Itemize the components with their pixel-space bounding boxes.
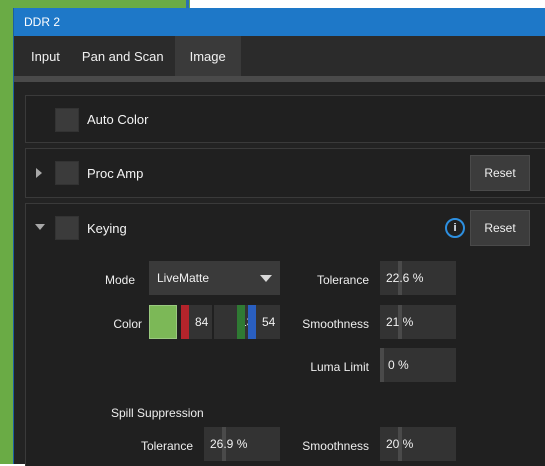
ddr-window: DDR 2 Input Pan and Scan Image Auto Colo… bbox=[13, 8, 545, 466]
mode-label: Mode bbox=[104, 273, 135, 287]
luma-limit-value: 0 % bbox=[388, 358, 409, 372]
window-title: DDR 2 bbox=[24, 15, 61, 29]
background-window-edge bbox=[186, 0, 189, 8]
auto-color-label: Auto Color bbox=[87, 112, 149, 127]
red-channel-bar bbox=[181, 305, 189, 339]
tab-underline bbox=[14, 76, 545, 82]
keying-label: Keying bbox=[87, 221, 127, 236]
auto-color-panel: Auto Color bbox=[25, 95, 545, 143]
collapse-caret-icon[interactable] bbox=[35, 224, 45, 230]
spill-smoothness-value: 20 % bbox=[386, 437, 414, 451]
spill-smoothness-field[interactable]: 20 % bbox=[380, 427, 456, 461]
info-glyph: i bbox=[453, 222, 457, 234]
keying-checkbox[interactable] bbox=[55, 216, 79, 240]
smoothness-label: Smoothness bbox=[302, 317, 369, 331]
spill-tolerance-value: 26.9 % bbox=[210, 437, 248, 451]
spill-suppression-heading: Spill Suppression bbox=[111, 406, 204, 420]
blue-channel-field[interactable]: 54 bbox=[248, 305, 280, 339]
proc-amp-panel: Proc Amp Reset bbox=[25, 148, 545, 198]
color-label: Color bbox=[113, 317, 142, 331]
tolerance-field[interactable]: 22.6 % bbox=[380, 261, 456, 295]
tab-image-label: Image bbox=[189, 48, 226, 64]
title-bar[interactable]: DDR 2 bbox=[14, 8, 545, 36]
tab-pan-and-scan[interactable]: Pan and Scan bbox=[71, 36, 175, 76]
mode-value: LiveMatte bbox=[157, 271, 210, 285]
red-channel-field[interactable]: 84 bbox=[181, 305, 212, 339]
mode-select[interactable]: LiveMatte bbox=[149, 261, 280, 295]
proc-amp-label: Proc Amp bbox=[87, 166, 144, 181]
spill-tolerance-field[interactable]: 26.9 % bbox=[204, 427, 280, 461]
auto-color-checkbox[interactable] bbox=[55, 108, 79, 132]
keying-panel: Keying i Reset Mode LiveMatte Tolerance … bbox=[25, 203, 545, 466]
spill-smoothness-label: Smoothness bbox=[302, 439, 369, 453]
tolerance-value: 22.6 % bbox=[386, 271, 424, 285]
expand-caret-icon[interactable] bbox=[36, 168, 42, 178]
proc-amp-reset-button[interactable]: Reset bbox=[470, 155, 530, 191]
luma-limit-label: Luma Limit bbox=[310, 360, 369, 374]
slider-thumb[interactable] bbox=[380, 348, 384, 382]
tab-input[interactable]: Input bbox=[20, 36, 71, 76]
info-icon[interactable]: i bbox=[445, 218, 465, 238]
tab-pan-and-scan-label: Pan and Scan bbox=[81, 48, 164, 64]
spill-tolerance-label: Tolerance bbox=[140, 439, 193, 453]
tab-bar: Input Pan and Scan Image bbox=[14, 36, 545, 76]
smoothness-field[interactable]: 21 % bbox=[380, 305, 456, 339]
dropdown-arrow-icon bbox=[260, 275, 272, 282]
smoothness-value: 21 % bbox=[386, 315, 414, 329]
reset-label: Reset bbox=[484, 166, 516, 180]
proc-amp-checkbox[interactable] bbox=[55, 161, 79, 185]
blue-value: 54 bbox=[262, 315, 276, 329]
blue-channel-bar bbox=[248, 305, 256, 339]
red-value: 84 bbox=[195, 315, 209, 329]
keying-reset-button[interactable]: Reset bbox=[470, 210, 530, 246]
color-swatch[interactable] bbox=[149, 305, 177, 339]
tab-image[interactable]: Image bbox=[174, 36, 241, 76]
tab-input-label: Input bbox=[31, 48, 60, 64]
tolerance-label: Tolerance bbox=[316, 273, 369, 287]
green-channel-bar bbox=[237, 305, 245, 339]
reset-label: Reset bbox=[484, 221, 516, 235]
luma-limit-field[interactable]: 0 % bbox=[380, 348, 456, 382]
